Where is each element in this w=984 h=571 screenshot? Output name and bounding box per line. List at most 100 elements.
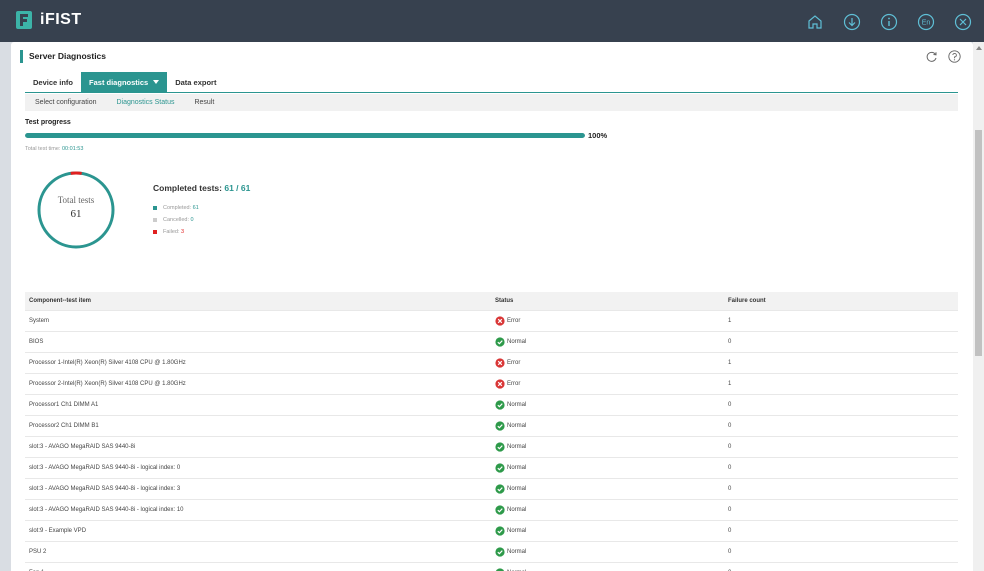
table-row[interactable]: slot:3 - AVAGO MegaRAID SAS 9440-8i - lo… <box>25 477 958 499</box>
table-row[interactable]: Fan 1Normal0 <box>25 561 958 571</box>
table-row[interactable]: slot:3 - AVAGO MegaRAID SAS 9440-8i - lo… <box>25 498 958 520</box>
table-row[interactable]: slot:3 - AVAGO MegaRAID SAS 9440-8i - lo… <box>25 456 958 478</box>
donut-total: 61 <box>70 208 82 220</box>
cell-component: slot:3 - AVAGO MegaRAID SAS 9440-8i - lo… <box>25 456 491 478</box>
cell-status: Normal <box>491 477 724 499</box>
subnav-select-configuration[interactable]: Select configuration <box>25 94 106 111</box>
cell-status: Error <box>491 309 724 331</box>
table-header-row: Component--test item Status Failure coun… <box>25 292 958 310</box>
check-icon <box>495 462 505 473</box>
cell-failure-count: 0 <box>724 477 958 499</box>
tab-data-export[interactable]: Data export <box>167 72 224 93</box>
table-row[interactable]: slot:3 - AVAGO MegaRAID SAS 9440-8i Norma… <box>25 435 958 457</box>
cell-failure-count: 1 <box>724 351 958 373</box>
cell-status: Normal <box>491 456 724 478</box>
refresh-icon[interactable] <box>925 50 938 63</box>
scrollbar[interactable] <box>973 42 984 571</box>
cell-failure-count: 0 <box>724 435 958 457</box>
language-icon[interactable]: En <box>917 13 935 31</box>
cell-failure-count: 1 <box>724 372 958 394</box>
progress-label: Test progress <box>25 119 71 126</box>
results-table: Component--test item Status Failure coun… <box>25 292 958 571</box>
total-tests-donut: Total tests 61 <box>36 170 116 250</box>
legend-completed: Completed: 61 <box>153 202 199 214</box>
language-label: En <box>922 20 931 27</box>
table-row[interactable]: System Error 1 <box>25 309 958 331</box>
legend-label: Failed: <box>163 229 180 235</box>
total-test-time: Total test time: 00:01:53 <box>25 146 83 152</box>
table-row[interactable]: slot:9 - Example VPD Normal 0 <box>25 519 958 541</box>
cell-status: Normal <box>491 540 724 562</box>
cell-component: Fan 1 <box>25 561 491 571</box>
progress-fill <box>25 133 585 138</box>
table-row[interactable]: Processor 1-Intel(R) Xeon(R) Silver 4108… <box>25 351 958 373</box>
cell-status: Error <box>491 372 724 394</box>
table-row[interactable]: PSU 2 Normal 0 <box>25 540 958 562</box>
scroll-up-arrow-icon[interactable] <box>976 46 982 50</box>
donut-label: Total tests <box>57 195 95 205</box>
status-text: Normal <box>507 422 527 429</box>
home-icon[interactable] <box>806 13 824 31</box>
completed-label: Completed tests: <box>153 183 222 193</box>
download-icon[interactable] <box>843 13 861 31</box>
tab-fast-diagnostics[interactable]: Fast diagnostics <box>81 72 168 93</box>
cell-status: Normal <box>491 498 724 520</box>
tab-label: Device info <box>33 78 74 87</box>
info-icon[interactable] <box>880 13 898 31</box>
legend-label: Cancelled: <box>163 217 189 223</box>
legend-failed: Failed: 3 <box>153 226 199 238</box>
tab-label: Fast diagnostics <box>89 78 149 87</box>
header-status[interactable]: Status <box>491 292 724 310</box>
tab-device-info[interactable]: Device info <box>25 72 81 93</box>
status-text: Normal <box>507 443 527 450</box>
check-icon <box>495 483 505 494</box>
header-component[interactable]: Component--test item <box>25 292 491 310</box>
table-row[interactable]: Processor2 Ch1 DIMM B1 Normal 0 <box>25 414 958 436</box>
subnav-result[interactable]: Result <box>184 94 224 111</box>
cell-component: slot:9 - Example VPD <box>25 519 491 541</box>
cell-failure-count: 0 <box>724 393 958 415</box>
legend-swatch <box>153 218 157 222</box>
sub-navigation: Select configuration Diagnostics Status … <box>25 94 958 111</box>
cell-status: Normal <box>491 519 724 541</box>
cell-component: PSU 2 <box>25 540 491 562</box>
caret-down-icon <box>153 80 160 84</box>
subnav-diagnostics-status[interactable]: Diagnostics Status <box>106 94 184 111</box>
time-label: Total test time: <box>25 146 61 152</box>
status-text: Error <box>507 380 521 387</box>
completed-value: 61 / 61 <box>224 183 251 193</box>
status-text: Error <box>507 359 521 366</box>
cell-component: slot:3 - AVAGO MegaRAID SAS 9440-8i <box>25 435 491 457</box>
close-icon[interactable] <box>954 13 972 31</box>
cell-component: Processor 1-Intel(R) Xeon(R) Silver 4108… <box>25 351 491 373</box>
tab-label: Data export <box>175 78 217 87</box>
scroll-thumb[interactable] <box>975 130 982 356</box>
test-legend: Completed: 61 Cancelled: 0 Failed: 3 <box>153 202 199 238</box>
cell-status: Normal <box>491 435 724 457</box>
progress-bar <box>25 133 585 138</box>
cell-status: Error <box>491 351 724 373</box>
check-icon <box>495 546 505 557</box>
tab-bar: Device info Fast diagnostics Data export <box>25 72 958 93</box>
status-text: Normal <box>507 506 527 513</box>
legend-value: 0 <box>190 217 194 223</box>
main-panel: Server Diagnostics Device info Fast diag… <box>11 42 973 571</box>
help-icon[interactable] <box>948 50 961 63</box>
check-icon <box>495 525 505 536</box>
check-icon <box>495 399 505 410</box>
cell-failure-count: 1 <box>724 309 958 331</box>
cell-failure-count: 0 <box>724 561 958 571</box>
cell-status: Normal <box>491 561 724 571</box>
progress-percent: 100% <box>588 131 608 140</box>
header-failure-count[interactable]: Failure count <box>724 292 958 310</box>
status-text: Error <box>507 317 521 324</box>
table-row[interactable]: Processor1 Ch1 DIMM A1 Normal 0 <box>25 393 958 415</box>
legend-value: 3 <box>181 229 185 235</box>
table-row[interactable]: Processor 2-Intel(R) Xeon(R) Silver 4108… <box>25 372 958 394</box>
completed-tests-title: Completed tests: 61 / 61 <box>153 183 250 193</box>
status-text: Normal <box>507 338 527 345</box>
error-icon <box>495 315 505 326</box>
table-row[interactable]: BIOS Normal 0 <box>25 330 958 352</box>
cell-component: slot:3 - AVAGO MegaRAID SAS 9440-8i - lo… <box>25 477 491 499</box>
cell-failure-count: 0 <box>724 414 958 436</box>
